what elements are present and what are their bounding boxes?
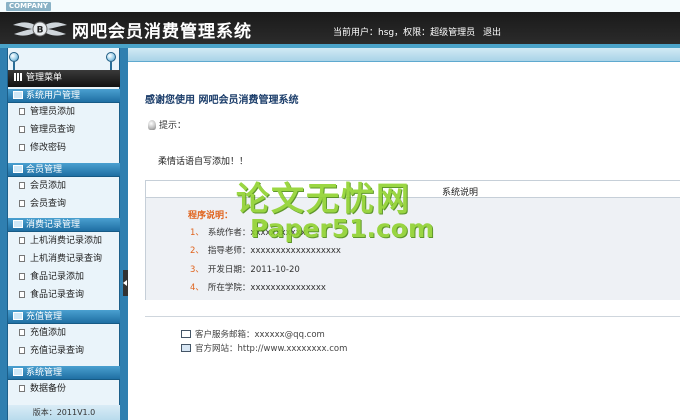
line-number: 2、 [190, 246, 204, 256]
menu-group-system: 系统管理 数据备份 [8, 366, 120, 398]
info-line: 1、 系统作者：xxxxxxxxxxx [190, 226, 306, 238]
info-line: 2、 指导老师：xxxxxxxxxxxxxxxxxx [190, 244, 341, 256]
menu-item-label: 管理员查询 [30, 125, 76, 135]
menu-item-label: 充值添加 [30, 328, 67, 338]
line-text: 开发日期：2011-10-20 [207, 265, 300, 275]
folder-icon [13, 91, 23, 99]
page-icon [19, 237, 25, 244]
group-title-label: 充值管理 [26, 312, 63, 322]
info-line: 3、 开发日期：2011-10-20 [190, 263, 300, 275]
tip-text: 柔情话语自写添加！！ [158, 157, 249, 167]
menu-item-pc-record-query[interactable]: 上机消费记录查询 [8, 250, 120, 268]
menu-item-change-password[interactable]: 修改密码 [8, 139, 120, 157]
page-icon [19, 291, 25, 298]
menu-item-pc-record-add[interactable]: 上机消费记录添加 [8, 232, 120, 250]
contact-website-text: 官方网站：http://www.xxxxxxxx.com [195, 344, 348, 354]
menu-item-admin-add[interactable]: 管理员添加 [8, 103, 120, 121]
system-title: 网吧会员消费管理系统 [72, 22, 252, 42]
panel-header: 系统说明 [146, 180, 680, 198]
contact-email: 客户服务邮箱：xxxxxx@qq.com [181, 328, 325, 340]
page-icon [19, 182, 25, 189]
menu-item-label: 上机消费记录添加 [30, 236, 103, 246]
menu-grid-icon [14, 73, 23, 81]
svg-text:B: B [37, 26, 44, 36]
company-badge: COMPANY [6, 2, 51, 11]
menu-group-title[interactable]: 消费记录管理 [8, 218, 120, 232]
group-title-label: 消费记录管理 [26, 220, 81, 230]
folder-icon [13, 368, 23, 376]
group-title-label: 系统管理 [26, 368, 63, 378]
line-text: 所在学院：xxxxxxxxxxxxxxx [207, 283, 326, 293]
menu-item-admin-query[interactable]: 管理员查询 [8, 121, 120, 139]
page-icon [19, 144, 25, 151]
menu-item-label: 数据备份 [30, 384, 67, 394]
menu-item-data-backup[interactable]: 数据备份 [8, 380, 120, 398]
line-text: 指导老师：xxxxxxxxxxxxxxxxxx [207, 246, 341, 256]
tip-label: 提示： [159, 121, 187, 131]
contact-email-text: 客户服务邮箱：xxxxxx@qq.com [195, 330, 325, 340]
menu-item-food-record-add[interactable]: 食品记录添加 [8, 268, 120, 286]
menu-item-food-record-query[interactable]: 食品记录查询 [8, 286, 120, 304]
envelope-icon [181, 330, 191, 338]
version-label: 版本：2011V1.0 [8, 405, 120, 420]
folder-icon [13, 165, 23, 173]
menu-item-label: 食品记录查询 [30, 290, 85, 300]
panel-header-label: 系统说明 [442, 188, 479, 198]
lightbulb-icon [148, 120, 156, 130]
group-title-label: 会员管理 [26, 165, 63, 175]
menu-item-label: 会员添加 [30, 181, 67, 191]
header-bar: COMPANY B 网吧会员消费管理系统 当前用户：hsg，权限：超级管理员 退… [0, 0, 680, 48]
menu-group-system-users: 系统用户管理 管理员添加 管理员查询 修改密码 [8, 89, 120, 157]
menu-group-title[interactable]: 充值管理 [8, 310, 120, 324]
menu-item-member-query[interactable]: 会员查询 [8, 195, 120, 213]
page-icon [19, 108, 25, 115]
page-icon [19, 126, 25, 133]
page-icon [19, 347, 25, 354]
program-label: 程序说明： [188, 211, 234, 221]
line-number: 4、 [190, 283, 204, 293]
menu-item-recharge-add[interactable]: 充值添加 [8, 324, 120, 342]
group-title-label: 系统用户管理 [26, 91, 81, 101]
menu-group-recharge: 充值管理 充值添加 充值记录查询 [8, 310, 120, 360]
system-info-panel: 系统说明 程序说明： 1、 系统作者：xxxxxxxxxxx 2、 指导老师：xxx… [145, 180, 680, 300]
menu-group-title[interactable]: 系统用户管理 [8, 89, 120, 103]
menu-header: 管理菜单 [8, 70, 120, 87]
page-icon [19, 385, 25, 392]
line-number: 1、 [190, 228, 204, 238]
menu-group-title[interactable]: 会员管理 [8, 163, 120, 177]
page-icon [19, 255, 25, 262]
menu-item-label: 修改密码 [30, 143, 67, 153]
sidebar: 管理菜单 系统用户管理 管理员添加 管理员查询 修改密码 会员管理 会员添加 会… [0, 48, 128, 420]
header-subband [128, 48, 680, 62]
tip-row: 提示： [148, 118, 186, 131]
menu-group-title[interactable]: 系统管理 [8, 366, 120, 380]
page-icon [19, 273, 25, 280]
current-user-info: 当前用户：hsg，权限：超级管理员 [333, 28, 476, 38]
menu-group-members: 会员管理 会员添加 会员查询 [8, 163, 120, 213]
folder-icon [13, 220, 23, 228]
menu-item-recharge-query[interactable]: 充值记录查询 [8, 342, 120, 360]
page-icon [19, 329, 25, 336]
menu-item-label: 充值记录查询 [30, 346, 85, 356]
info-line: 4、 所在学院：xxxxxxxxxxxxxxx [190, 281, 326, 293]
line-number: 3、 [190, 265, 204, 275]
logout-link[interactable]: 退出 [483, 25, 501, 38]
page-icon [19, 200, 25, 207]
menu-item-label: 上机消费记录查询 [30, 254, 103, 264]
menu-item-label: 管理员添加 [30, 107, 76, 117]
footer-divider [145, 316, 680, 317]
winged-logo-icon: B [13, 21, 67, 37]
welcome-heading: 感谢您使用 网吧会员消费管理系统 [145, 95, 299, 106]
menu-item-label: 食品记录添加 [30, 272, 85, 282]
menu-item-member-add[interactable]: 会员添加 [8, 177, 120, 195]
menu-item-label: 会员查询 [30, 199, 67, 209]
sidebar-collapse-toggle[interactable] [123, 270, 128, 296]
menu-title: 管理菜单 [26, 73, 63, 83]
contact-website: 官方网站：http://www.xxxxxxxx.com [181, 342, 347, 354]
menu-group-consumption: 消费记录管理 上机消费记录添加 上机消费记录查询 食品记录添加 食品记录查询 [8, 218, 120, 304]
website-icon [181, 344, 191, 352]
folder-icon [13, 312, 23, 320]
line-text: 系统作者：xxxxxxxxxxx [207, 228, 306, 238]
